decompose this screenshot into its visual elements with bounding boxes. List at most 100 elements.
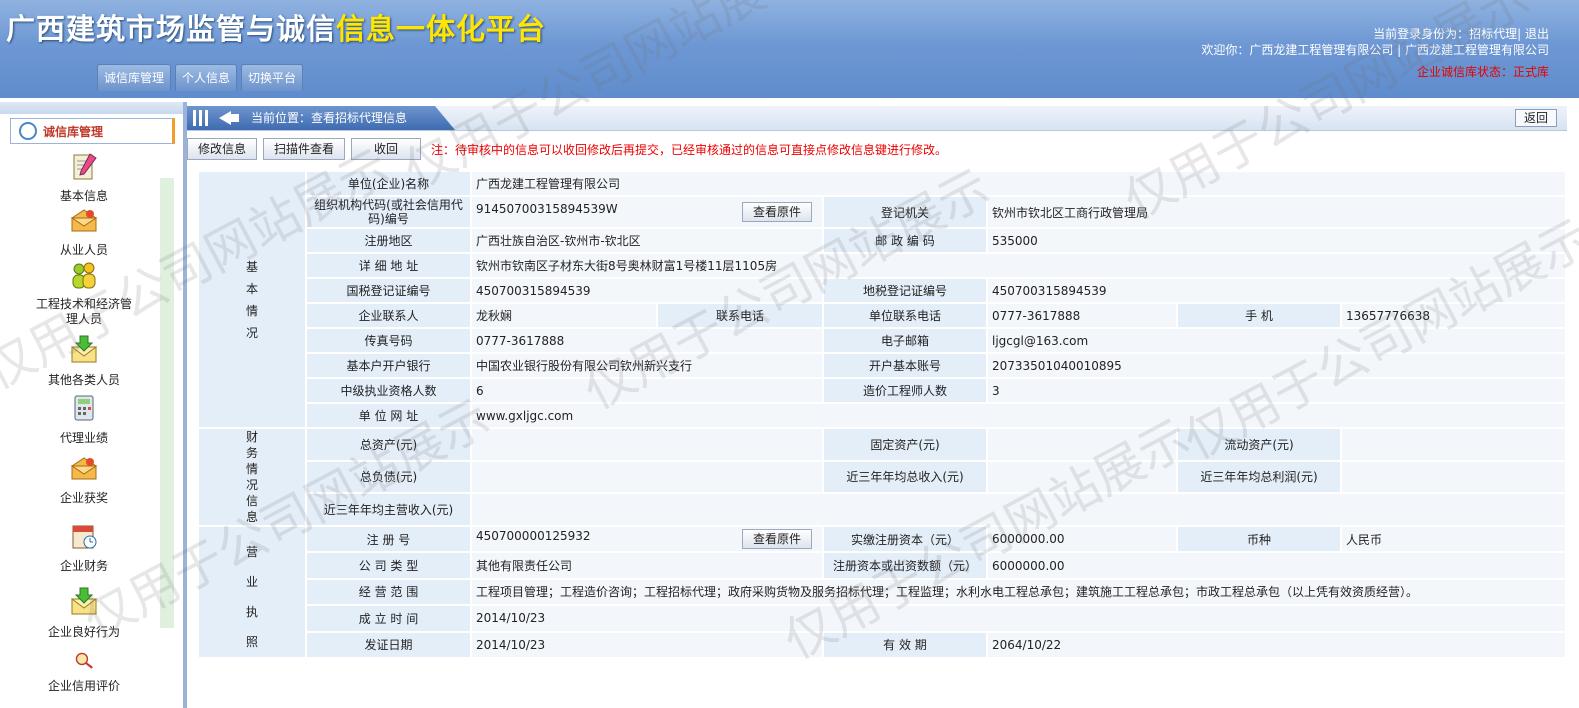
toolbar: 修改信息 扫描件查看 收回 注：待审核中的信息可以收回修改后再提交，已经审核通过… [187,138,947,160]
sidebar-item-finance[interactable]: 企业财务 [4,520,164,580]
sidebar-item-label: 其他各类人员 [47,373,120,387]
avg-main-income-value [470,492,1567,527]
magnifier-icon [75,652,93,669]
envelope-icon [70,457,98,480]
view-original-button[interactable]: 查看原件 [741,529,812,550]
cost-engineer-value: 3 [986,377,1567,404]
field-label: 手 机 [1176,302,1342,329]
postcode-value: 535000 [986,227,1567,254]
section-license: 营 业 执 照 [197,525,307,659]
total-liabilities-value [470,459,824,495]
table-row: 总负债(元) 近三年年均总收入(元) 近三年年均总利润(元) [198,459,1567,495]
unit-phone-value: 0777-3617888 [986,302,1178,329]
sidebar-item-basic-info[interactable]: 基本信息 [4,150,164,203]
user-info: 当前登录身份为：招标代理| 退出 欢迎你：广西龙建工程管理有限公司 | 广西龙建… [1201,26,1549,80]
withdraw-button[interactable]: 收回 [351,138,422,160]
field-label: 近三年年均总利润(元) [1176,459,1342,495]
sidebar-item-tech-staff[interactable]: 工程技术和经济管理人员 [4,260,164,334]
tab-credit-management[interactable]: 诚信库管理 [97,64,172,91]
field-label: 注 册 号 [305,524,472,554]
app-header: 广西建筑市场监管与诚信信息一体化平台 当前登录身份为：招标代理| 退出 欢迎你：… [0,0,1579,98]
login-identity[interactable]: 当前登录身份为：招标代理| 退出 [1201,26,1549,42]
sidebar-item-label: 从业人员 [59,243,108,257]
field-label: 登记机关 [822,195,988,229]
account-value: 20733501040010895 [986,352,1567,379]
credit-status: 企业诚信库状态：正式库 [1416,65,1549,79]
field-label: 单位(企业)名称 [305,170,472,197]
breadcrumb-bar: 当前位置：查看招标代理信息 返回 [187,106,1567,131]
nav-tabs: 诚信库管理 个人信息 切换平台 [97,64,304,91]
field-label: 组织机构代码(或社会信用代码)编号 [305,195,472,229]
sidebar-item-label: 企业良好行为 [47,625,120,639]
field-label: 造价工程师人数 [822,377,988,404]
table-row: 基 本 情 况 单位(企业)名称 广西龙建工程管理有限公司 [197,170,1567,429]
scan-view-button[interactable]: 扫描件查看 [263,138,346,160]
sidebar-item-other-staff[interactable]: 其他各类人员 [4,334,164,388]
field-label: 单 位 网 址 [305,402,472,429]
sidebar-header[interactable]: 诚信库管理 [10,118,175,144]
tab-personal-info[interactable]: 个人信息 [175,64,238,91]
currency-value: 人民币 [1340,524,1567,554]
sidebar-item-label: 工程技术和经济管理人员 [36,297,133,326]
sidebar-item-awards[interactable]: 企业获奖 [4,452,164,512]
sidebar-item-label: 基本信息 [59,189,108,203]
reg-authority-value: 钦州市钦北区工商行政管理局 [986,195,1567,229]
field-label: 近三年年均主营收入(元) [305,492,472,527]
download-envelope-icon [70,335,98,363]
field-label: 国税登记证编号 [305,277,472,304]
field-label: 邮 政 编 码 [822,227,988,254]
paid-capital-value: 6000000.00 [986,524,1178,554]
sidebar-item-label: 代理业绩 [59,431,108,445]
sidebar-top-bar [0,102,183,114]
sidebar-item-agency-performance[interactable]: 代理业绩 [4,392,164,446]
field-label: 中级执业资格人数 [305,377,472,404]
tab-switch-platform[interactable]: 切换平台 [241,64,304,91]
table-row: 成 立 时 间 2014/10/23 [198,604,1567,633]
sidebar-item-good-behavior[interactable]: 企业良好行为 [4,586,164,646]
section-basic: 基 本 情 况 [197,170,307,429]
platform-title-main: 广西建筑市场监管与诚信 [6,12,337,46]
address-value: 钦州市钦南区子材东大街8号奥林财富1号楼11层1105房 [470,252,1567,279]
scope-value: 工程项目管理；工程造价咨询；工程招标代理；政府采购货物及服务招标代理；工程监理；… [470,577,1567,607]
field-label: 电子邮箱 [822,327,988,354]
website-value: www.gxljgc.com [470,402,1567,429]
sidebar-item-practitioners[interactable]: 从业人员 [4,204,164,257]
table-row: 财 务 情 况 信 息 总资产(元) 固定资产(元) 流动资产(元) [197,427,1567,527]
sidebar-item-credit-evaluation[interactable]: 企业信用评价 [4,650,164,694]
field-label: 固定资产(元) [822,427,988,462]
table-row: 公 司 类 型 其他有限责任公司 注册资本或出资数额（元） 6000000.00 [198,551,1567,580]
field-label: 开户基本账号 [822,352,988,379]
field-label: 注册资本或出资数额（元） [822,551,988,580]
founded-value: 2014/10/23 [470,604,1567,633]
sidebar-item-label: 企业获奖 [59,491,108,505]
sidebar: 诚信库管理 基本信息 从业人员 工程技术和经济管理人员 其他各类人员 代理业绩 … [0,102,187,708]
field-label: 发证日期 [305,630,472,660]
welcome-text: 欢迎你：广西龙建工程管理有限公司 | 广西龙建工程管理有限公司 [1201,43,1549,57]
fixed-assets-value [986,427,1178,462]
field-label: 企业联系人 [305,302,472,329]
table-row: 经 营 范 围 工程项目管理；工程造价咨询；工程招标代理；政府采购货物及服务招标… [198,577,1567,607]
table-row: 详 细 地 址 钦州市钦南区子材东大街8号奥林财富1号楼11层1105房 [198,252,1567,279]
view-original-button[interactable]: 查看原件 [741,202,812,222]
back-button[interactable]: 返回 [1514,109,1557,127]
sidebar-item-label: 企业信用评价 [47,679,120,693]
bank-value: 中国农业银行股份有限公司钦州新兴支行 [470,352,824,379]
field-label: 成 立 时 间 [305,604,472,633]
field-label: 联系电话 [656,302,824,329]
reg-no-value: 450700000125932 [476,529,591,544]
field-label: 经 营 范 围 [305,577,472,607]
breadcrumb-text: 当前位置：查看招标代理信息 [251,111,408,125]
avg-income-value [986,459,1178,495]
circle-icon [19,122,37,140]
section-label: 营 业 执 照 [245,545,258,649]
breadcrumb-arrow-icon [193,110,239,126]
email-value: ljgcgl@163.com [986,327,1567,354]
contact-value: 龙秋娴 [470,302,658,329]
field-label: 有 效 期 [822,630,988,660]
modify-info-button[interactable]: 修改信息 [187,138,258,160]
field-label: 基本户开户银行 [305,352,472,379]
calculator-icon [74,395,94,421]
table-row: 企业联系人 龙秋娴 联系电话 单位联系电话 0777-3617888 手 机 1… [198,302,1567,329]
table-row: 注册地区 广西壮族自治区-钦州市-钦北区 邮 政 编 码 535000 [198,227,1567,254]
reg-no-cell: 450700000125932 查看原件 [470,524,824,554]
